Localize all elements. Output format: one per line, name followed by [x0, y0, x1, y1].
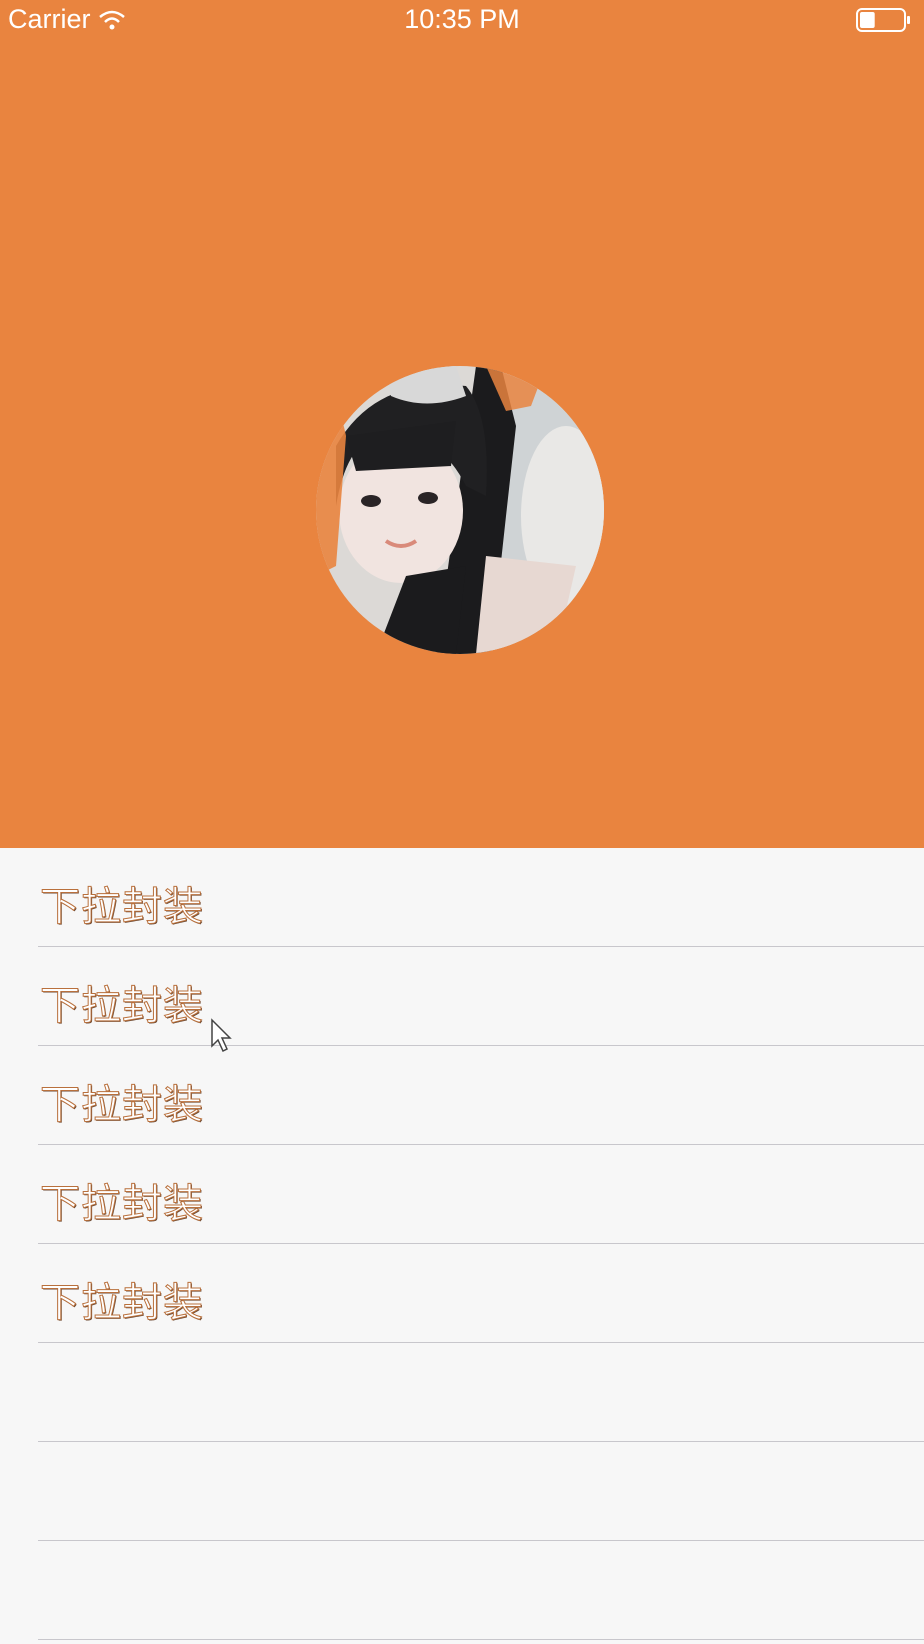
battery-icon: [856, 8, 912, 32]
avatar[interactable]: [316, 366, 604, 654]
app-screen: Carrier 10:35 PM 下拉封装 下拉封装 下拉封装 下拉封装 下拉封…: [0, 0, 924, 1644]
list-item[interactable]: 下拉封装: [38, 848, 924, 947]
status-time: 10:35 PM: [404, 4, 520, 34]
mouse-pointer-icon: [210, 1018, 234, 1054]
list-item-empty[interactable]: [38, 1442, 924, 1541]
list-item-label: 下拉封装: [40, 1181, 204, 1228]
list-item-label: 下拉封装: [40, 1280, 204, 1327]
list-item-empty[interactable]: [38, 1541, 924, 1640]
status-bar: Carrier 10:35 PM: [0, 0, 924, 40]
list-item[interactable]: 下拉封装: [38, 1046, 924, 1145]
list-item-label: 下拉封装: [40, 884, 204, 931]
list-item[interactable]: 下拉封装: [38, 947, 924, 1046]
list-item[interactable]: 下拉封装: [38, 1244, 924, 1343]
list-item-label: 下拉封装: [40, 983, 204, 1030]
profile-header: Carrier 10:35 PM: [0, 0, 924, 848]
list-item[interactable]: 下拉封装: [38, 1145, 924, 1244]
list-item-label: 下拉封装: [40, 1082, 204, 1129]
pull-down-list: 下拉封装 下拉封装 下拉封装 下拉封装 下拉封装: [0, 848, 924, 1640]
avatar-photo: [316, 366, 604, 654]
list-item-empty[interactable]: [38, 1343, 924, 1442]
